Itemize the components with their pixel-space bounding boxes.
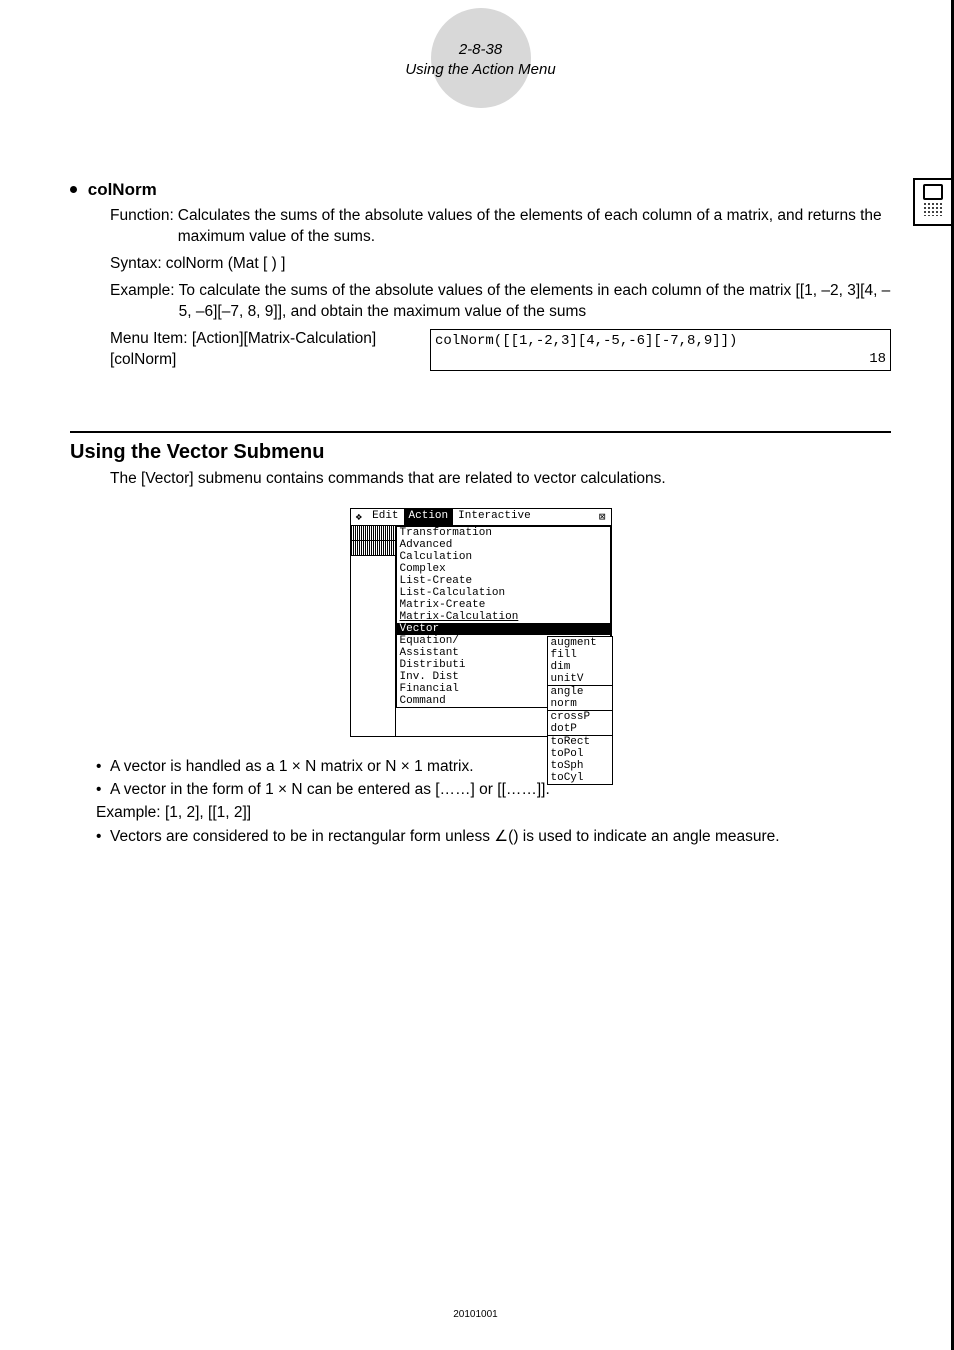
submenu-item: toSph — [548, 760, 612, 772]
section-heading: Using the Vector Submenu — [70, 441, 891, 464]
submenu-item: dim — [548, 661, 612, 673]
syntax-text: colNorm (Mat [ ) ] — [166, 254, 891, 275]
submenu-item: crossP — [548, 711, 612, 723]
menu-app-icon: ❖ — [351, 509, 368, 525]
calc-display: colNorm([[1,-2,3][4,-5,-6][-7,8,9]]) 18 — [430, 329, 891, 371]
note-1: A vector is handled as a 1 × N matrix or… — [110, 755, 474, 778]
menu-item: Matrix-Create — [397, 599, 610, 611]
section-intro: The [Vector] submenu contains commands t… — [70, 470, 891, 488]
menu-action: Action — [404, 509, 454, 525]
example-text: To calculate the sums of the absolute va… — [179, 281, 891, 323]
menu-item: Transformation — [397, 527, 610, 539]
submenu-item: augment — [548, 637, 612, 649]
device-icon — [913, 178, 951, 226]
footer-code: 20101001 — [0, 1309, 951, 1320]
bullet-icon — [70, 186, 77, 193]
menu-interactive: Interactive — [453, 509, 536, 525]
function-name: colNorm — [88, 180, 157, 199]
screenshot-toolbar — [351, 526, 396, 736]
page-header: 2-8-38 Using the Action Menu — [70, 0, 891, 138]
note-3: Vectors are considered to be in rectangu… — [110, 825, 780, 848]
submenu-item: unitV — [548, 673, 612, 685]
menu-close-icon: ⊠ — [594, 509, 611, 525]
screen-icon — [923, 184, 943, 200]
vector-submenu: augment fill dim unitV angle norm crossP… — [547, 636, 613, 785]
example-label: Example: — [110, 281, 179, 323]
submenu-item: angle — [548, 686, 612, 698]
menu-item: Calculation — [397, 551, 610, 563]
calc-input: colNorm([[1,-2,3][4,-5,-6][-7,8,9]]) — [435, 332, 886, 350]
notes-example-text: [1, 2], [[1, 2]] — [165, 804, 251, 821]
function-text: Calculates the sums of the absolute valu… — [178, 206, 891, 248]
calc-result: 18 — [435, 350, 886, 368]
menu-item: Matrix-Calculation — [397, 611, 610, 623]
toolbar-row — [351, 526, 395, 541]
section-divider — [70, 431, 891, 433]
syntax-label: Syntax: — [110, 254, 166, 275]
submenu-item: dotP — [548, 723, 612, 735]
toolbar-row — [351, 541, 395, 556]
notes-block: •A vector is handled as a 1 × N matrix o… — [70, 755, 891, 848]
submenu-item: toRect — [548, 736, 612, 748]
menu-item-label: Menu Item: — [110, 330, 188, 347]
notes-example-label: Example: — [96, 804, 161, 821]
function-label: Function: — [110, 206, 178, 248]
function-heading: colNorm — [70, 180, 891, 200]
page-ref: 2-8-38 — [70, 40, 891, 60]
angle-symbol: ∠ — [494, 828, 508, 845]
menu-item: List-Calculation — [397, 587, 610, 599]
keypad-icon — [923, 202, 943, 216]
submenu-item: toPol — [548, 748, 612, 760]
note-2: A vector in the form of 1 × N can be ent… — [110, 778, 550, 801]
menu-item: Complex — [397, 563, 610, 575]
submenu-item: toCyl — [548, 772, 612, 784]
menu-edit: Edit — [367, 509, 403, 525]
submenu-item: norm — [548, 698, 612, 710]
page-title: Using the Action Menu — [70, 60, 891, 80]
device-screenshot: ❖ Edit Action Interactive ⊠ Transformati… — [350, 508, 612, 737]
submenu-item: fill — [548, 649, 612, 661]
menu-item-vector: Vector — [397, 623, 610, 635]
menu-item: Advanced — [397, 539, 610, 551]
screenshot-menubar: ❖ Edit Action Interactive ⊠ — [351, 509, 611, 526]
menu-item: List-Create — [397, 575, 610, 587]
